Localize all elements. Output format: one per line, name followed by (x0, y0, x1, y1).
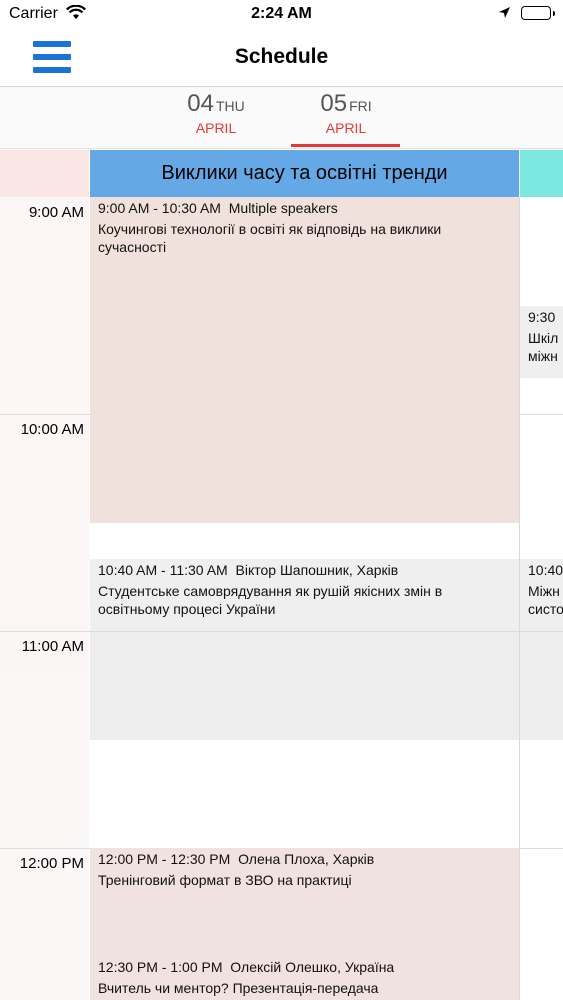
event-title: Студентське самоврядування як рушій якіс… (98, 583, 443, 617)
day-weekday: THU (215, 98, 245, 114)
day-tab-05[interactable]: 05 FRI APRIL (291, 87, 401, 149)
time-column-header (0, 150, 89, 197)
hour-label: 11:00 AM (21, 638, 84, 655)
event-card[interactable]: 10:40 AM - 11:30 AM Віктор Шапошник, Хар… (90, 559, 519, 631)
schedule-grid[interactable]: Виклики часу та освітні тренди 9:00 AM 1… (0, 150, 563, 1000)
event-speaker: Віктор Шапошник, Харків (235, 562, 399, 578)
column-divider (519, 197, 520, 1000)
event-card-continuation (520, 632, 563, 740)
event-card[interactable]: 12:00 PM - 12:30 PM Олена Плоха, Харків … (90, 848, 519, 958)
clock: 2:24 AM (251, 5, 312, 22)
event-title: Міжн систо (528, 583, 563, 617)
day-weekday: FRI (349, 98, 372, 114)
hour-label: 10:00 AM (20, 421, 84, 438)
event-title: Коучингові технології в освіті як відпов… (98, 221, 442, 255)
hour-label: 9:00 AM (28, 204, 84, 221)
hour-label: 12:00 PM (19, 855, 84, 872)
event-card-partial[interactable]: 9:30 Шкіл міжн (520, 306, 563, 378)
track-header: Виклики часу та освітні тренди (90, 150, 519, 197)
event-title: Вчитель чи ментор? Презентація-передача (98, 980, 379, 996)
event-time: 9:30 (528, 309, 556, 325)
event-time: 10:40 AM - 11:30 AM (98, 562, 228, 578)
event-time: 12:00 PM - 12:30 PM (98, 851, 231, 867)
page-title: Schedule (234, 45, 329, 68)
event-card-partial[interactable]: 10:40 Міжн систо (520, 559, 563, 631)
event-speaker: Multiple speakers (228, 200, 338, 216)
navigation-bar: Schedule (0, 30, 563, 87)
day-tab-04[interactable]: 04 THU APRIL (161, 87, 271, 149)
status-bar: Carrier 2:24 AM (0, 0, 563, 30)
event-title: Тренінговий формат в ЗВО на практиці (98, 872, 352, 888)
day-selector: 04 THU APRIL 05 FRI APRIL (0, 87, 563, 149)
event-card-continuation (90, 632, 519, 740)
event-speaker: Олена Плоха, Харків (238, 851, 375, 867)
event-card[interactable]: 12:30 PM - 1:00 PM Олексій Олешко, Украї… (90, 958, 519, 1000)
event-speaker: Олексій Олешко, Україна (230, 959, 395, 975)
track-header-partial (520, 150, 563, 197)
event-time: 12:30 PM - 1:00 PM (98, 959, 223, 975)
location-arrow-icon (498, 6, 511, 24)
day-number: 05 (320, 90, 348, 117)
event-time: 10:40 (528, 562, 563, 578)
event-title: Шкіл міжн (528, 330, 559, 364)
selected-day-indicator (291, 144, 400, 147)
day-month: APRIL (325, 120, 367, 136)
event-time: 9:00 AM - 10:30 AM (98, 200, 221, 216)
day-number: 04 (187, 90, 214, 117)
time-column (0, 197, 89, 1000)
day-month: APRIL (195, 120, 237, 136)
track-title: Виклики часу та освітні тренди (161, 162, 448, 184)
event-card[interactable]: 9:00 AM - 10:30 AM Multiple speakers Коу… (90, 197, 519, 523)
battery-icon (521, 6, 555, 20)
